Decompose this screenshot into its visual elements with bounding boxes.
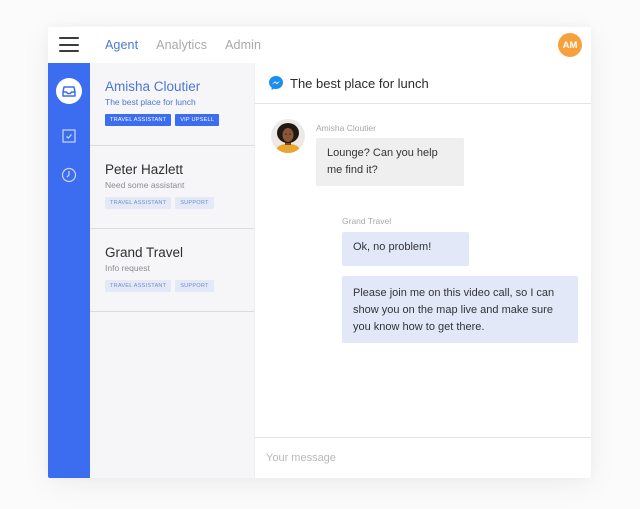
- conversation-subtitle: Need some assistant: [105, 180, 185, 190]
- main-nav: Agent Analytics Admin: [105, 27, 279, 63]
- tab-admin[interactable]: Admin: [225, 38, 261, 52]
- clock-icon: [61, 167, 77, 183]
- chat-panel: The best place for lunch Amisha Cloutier…: [255, 63, 591, 478]
- conversation-subtitle: Info request: [105, 263, 150, 273]
- tag-badge: TRAVEL ASSISTANT: [105, 197, 172, 209]
- tab-agent[interactable]: Agent: [105, 38, 138, 52]
- tag-badge: SUPPORT: [175, 280, 214, 292]
- message-author: Amisha Cloutier: [316, 123, 376, 133]
- menu-icon-line: [59, 43, 79, 46]
- chat-header: The best place for lunch: [255, 63, 591, 104]
- conversation-list: Amisha Cloutier The best place for lunch…: [90, 63, 255, 478]
- conversation-name: Grand Travel: [105, 245, 184, 260]
- conversation-item-peter[interactable]: Peter Hazlett Need some assistant TRAVEL…: [90, 146, 254, 229]
- message-bubble-outgoing: Ok, no problem!: [342, 232, 469, 266]
- sidebar-item-inbox[interactable]: [56, 78, 82, 104]
- tag-list: TRAVEL ASSISTANT VIP UPSELL: [105, 114, 254, 126]
- message-input[interactable]: [255, 438, 591, 478]
- contact-photo: [271, 119, 305, 153]
- user-avatar[interactable]: AM: [558, 33, 582, 57]
- tag-badge: TRAVEL ASSISTANT: [105, 114, 172, 126]
- checkbox-icon: [62, 129, 76, 143]
- tag-badge: TRAVEL ASSISTANT: [105, 280, 172, 292]
- conversation-item-grand-travel[interactable]: Grand Travel Info request TRAVEL ASSISTA…: [90, 229, 254, 312]
- sidebar-item-tasks[interactable]: [56, 123, 82, 149]
- tag-badge: SUPPORT: [175, 197, 214, 209]
- conversation-name: Peter Hazlett: [105, 162, 184, 177]
- chat-title: The best place for lunch: [290, 75, 429, 91]
- menu-icon[interactable]: [59, 37, 79, 52]
- app-window: Agent Analytics Admin AM Amisha Cloutier…: [48, 27, 591, 478]
- messenger-icon: [269, 76, 283, 90]
- tag-list: TRAVEL ASSISTANT SUPPORT: [105, 197, 254, 209]
- top-bar: Agent Analytics Admin AM: [48, 27, 591, 64]
- sidebar-rail: [48, 63, 90, 478]
- tab-analytics[interactable]: Analytics: [156, 38, 207, 52]
- sidebar-item-history[interactable]: [56, 162, 82, 188]
- tag-badge: VIP UPSELL: [175, 114, 220, 126]
- tag-list: TRAVEL ASSISTANT SUPPORT: [105, 280, 254, 292]
- contact-avatar: [271, 119, 305, 153]
- conversation-name: Amisha Cloutier: [105, 79, 201, 94]
- conversation-item-amisha[interactable]: Amisha Cloutier The best place for lunch…: [90, 63, 254, 146]
- menu-icon-line: [59, 37, 79, 39]
- inbox-icon: [62, 86, 76, 97]
- menu-icon-line: [59, 50, 79, 52]
- message-bubble-outgoing: Please join me on this video call, so I …: [342, 276, 578, 343]
- message-author: Grand Travel: [342, 216, 392, 226]
- message-composer: [255, 437, 591, 478]
- message-bubble-incoming: Lounge? Can you help me find it?: [316, 138, 464, 186]
- conversation-subtitle: The best place for lunch: [105, 97, 196, 107]
